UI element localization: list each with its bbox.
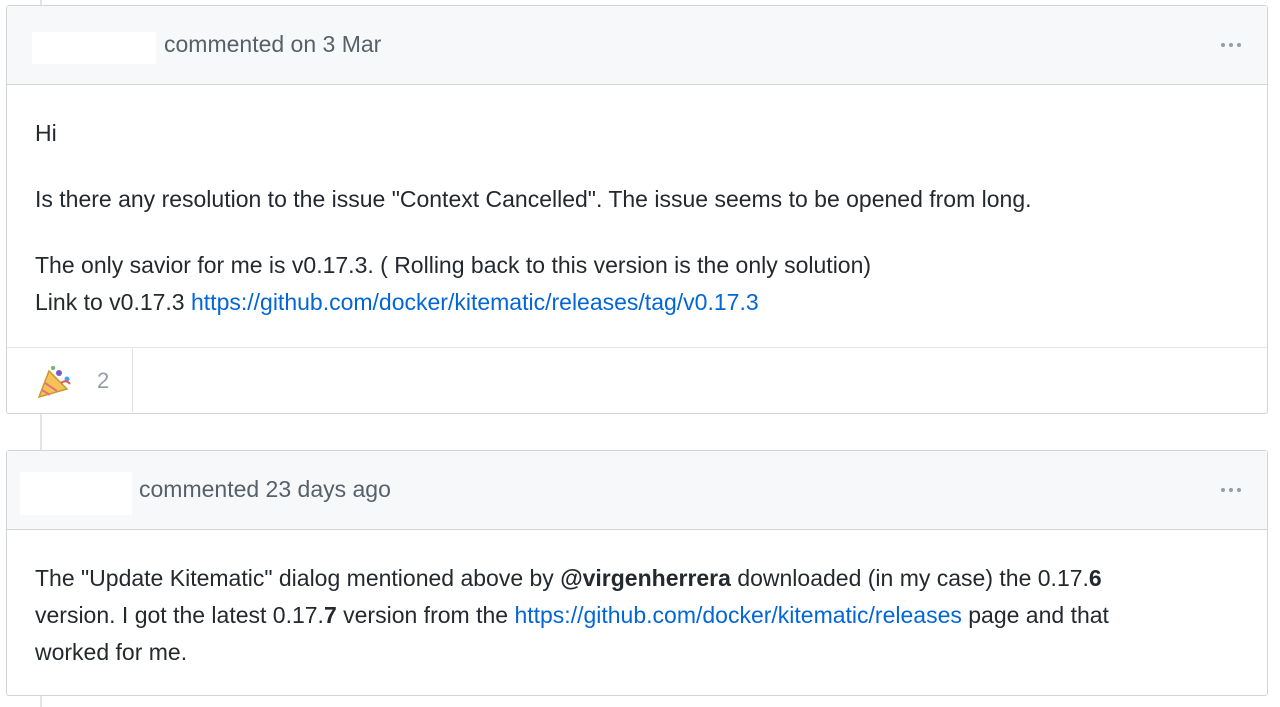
release-link[interactable]: https://github.com/docker/kitematic/rele… <box>191 289 759 315</box>
text-segment: version. I got the latest 0.17. <box>35 602 324 628</box>
comment-greeting: Hi <box>35 120 57 146</box>
version-digit: 6 <box>1088 565 1102 591</box>
comment-paragraph: version. I got the latest 0.17.7 version… <box>35 597 1109 634</box>
text-segment: page and that <box>961 602 1109 628</box>
tada-icon <box>37 365 73 404</box>
comment-paragraph: Link to v0.17.3 https://github.com/docke… <box>35 284 759 321</box>
comment-paragraph: The "Update Kitematic" dialog mentioned … <box>35 560 1102 597</box>
text-segment: version from the <box>336 602 515 628</box>
comment-paragraph: worked for me. <box>35 639 188 665</box>
more-options-icon[interactable] <box>1221 488 1241 492</box>
version-digit: 7 <box>323 602 337 628</box>
author-name-redacted[interactable] <box>20 472 132 515</box>
timeline-line-bottom <box>40 696 42 707</box>
user-mention[interactable]: @virgenherrera <box>560 565 731 591</box>
comment-2: commented 23 days ago The "Update Kitema… <box>6 450 1268 696</box>
reactions-bar: 2 <box>7 347 1267 414</box>
comment-body: Hi Is there any resolution to the issue … <box>7 6 1267 315</box>
comment-1: commented on 3 Mar Hi Is there any resol… <box>6 5 1268 414</box>
reaction-tada-button[interactable]: 2 <box>7 348 133 414</box>
link-prefix: Link to v0.17.3 <box>35 289 191 315</box>
timeline-line-middle <box>40 413 42 451</box>
reaction-count: 2 <box>97 368 110 393</box>
text-segment: downloaded (in my case) the 0.17. <box>730 565 1089 591</box>
comment-timestamp[interactable]: commented 23 days ago <box>139 476 391 503</box>
comment-paragraph: Is there any resolution to the issue "Co… <box>35 186 1032 212</box>
comment-paragraph: The only savior for me is v0.17.3. ( Rol… <box>35 252 872 278</box>
releases-link[interactable]: https://github.com/docker/kitematic/rele… <box>514 602 961 628</box>
comment-header: commented 23 days ago <box>7 451 1267 530</box>
text-segment: The "Update Kitematic" dialog mentioned … <box>35 565 561 591</box>
